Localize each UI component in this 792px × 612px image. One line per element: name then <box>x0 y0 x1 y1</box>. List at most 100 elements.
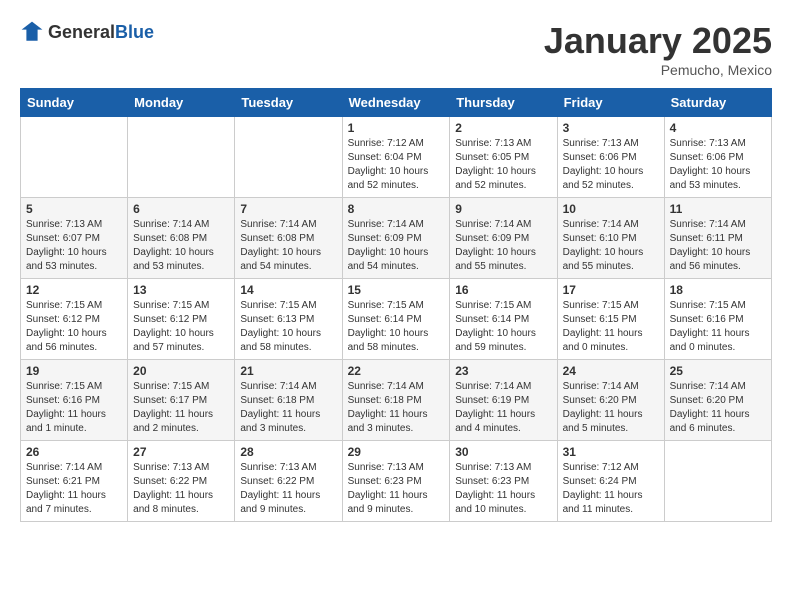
day-number: 28 <box>240 445 336 459</box>
calendar-day-cell <box>235 117 342 198</box>
day-info: Sunrise: 7:15 AM Sunset: 6:15 PM Dayligh… <box>563 299 659 355</box>
day-info: Sunrise: 7:14 AM Sunset: 6:08 PM Dayligh… <box>133 218 229 274</box>
calendar-day-cell <box>128 117 235 198</box>
calendar-day-cell: 22 Sunrise: 7:14 AM Sunset: 6:18 PM Dayli… <box>342 360 450 441</box>
day-number: 27 <box>133 445 229 459</box>
day-number: 5 <box>26 202 122 216</box>
day-number: 26 <box>26 445 122 459</box>
day-number: 2 <box>455 121 551 135</box>
day-info: Sunrise: 7:14 AM Sunset: 6:18 PM Dayligh… <box>348 380 445 436</box>
day-of-week-header: Sunday <box>21 89 128 117</box>
calendar-day-cell: 6 Sunrise: 7:14 AM Sunset: 6:08 PM Daylig… <box>128 198 235 279</box>
calendar-day-cell: 21 Sunrise: 7:14 AM Sunset: 6:18 PM Dayli… <box>235 360 342 441</box>
calendar-day-cell: 7 Sunrise: 7:14 AM Sunset: 6:08 PM Daylig… <box>235 198 342 279</box>
calendar-day-cell: 23 Sunrise: 7:14 AM Sunset: 6:19 PM Dayli… <box>450 360 557 441</box>
calendar-title: January 2025 <box>544 20 772 62</box>
day-number: 29 <box>348 445 445 459</box>
day-number: 11 <box>670 202 766 216</box>
day-info: Sunrise: 7:13 AM Sunset: 6:22 PM Dayligh… <box>133 461 229 517</box>
page-header: GeneralBlue January 2025 Pemucho, Mexico <box>20 20 772 78</box>
day-info: Sunrise: 7:14 AM Sunset: 6:18 PM Dayligh… <box>240 380 336 436</box>
calendar-week-row: 5Sunrise: 7:13 AM Sunset: 6:07 PM Daylig… <box>21 198 772 279</box>
day-of-week-header: Wednesday <box>342 89 450 117</box>
logo-general: General <box>48 22 115 42</box>
calendar-subtitle: Pemucho, Mexico <box>544 62 772 78</box>
calendar-day-cell <box>21 117 128 198</box>
calendar-day-cell: 26Sunrise: 7:14 AM Sunset: 6:21 PM Dayli… <box>21 441 128 522</box>
day-info: Sunrise: 7:13 AM Sunset: 6:05 PM Dayligh… <box>455 137 551 193</box>
calendar-day-cell: 24Sunrise: 7:14 AM Sunset: 6:20 PM Dayli… <box>557 360 664 441</box>
calendar-day-cell: 29Sunrise: 7:13 AM Sunset: 6:23 PM Dayli… <box>342 441 450 522</box>
day-number: 22 <box>348 364 445 378</box>
calendar-day-cell: 20 Sunrise: 7:15 AM Sunset: 6:17 PM Dayli… <box>128 360 235 441</box>
day-number: 16 <box>455 283 551 297</box>
calendar-table: SundayMondayTuesdayWednesdayThursdayFrid… <box>20 88 772 522</box>
calendar-day-cell: 14 Sunrise: 7:15 AM Sunset: 6:13 PM Dayli… <box>235 279 342 360</box>
day-info: Sunrise: 7:15 AM Sunset: 6:13 PM Dayligh… <box>240 299 336 355</box>
calendar-day-cell: 3 Sunrise: 7:13 AM Sunset: 6:06 PM Daylig… <box>557 117 664 198</box>
calendar-day-cell: 15 Sunrise: 7:15 AM Sunset: 6:14 PM Dayli… <box>342 279 450 360</box>
day-number: 19 <box>26 364 122 378</box>
calendar-day-cell: 19 Sunrise: 7:15 AM Sunset: 6:16 PM Dayli… <box>21 360 128 441</box>
logo-text: GeneralBlue <box>48 22 154 43</box>
day-number: 24 <box>563 364 659 378</box>
day-info: Sunrise: 7:14 AM Sunset: 6:08 PM Dayligh… <box>240 218 336 274</box>
day-number: 10 <box>563 202 659 216</box>
day-number: 3 <box>563 121 659 135</box>
day-info: Sunrise: 7:14 AM Sunset: 6:19 PM Dayligh… <box>455 380 551 436</box>
day-number: 6 <box>133 202 229 216</box>
calendar-day-cell: 2 Sunrise: 7:13 AM Sunset: 6:05 PM Daylig… <box>450 117 557 198</box>
calendar-day-cell <box>664 441 771 522</box>
day-number: 15 <box>348 283 445 297</box>
calendar-day-cell: 1Sunrise: 7:12 AM Sunset: 6:04 PM Daylig… <box>342 117 450 198</box>
day-info: Sunrise: 7:13 AM Sunset: 6:06 PM Dayligh… <box>563 137 659 193</box>
day-number: 18 <box>670 283 766 297</box>
logo-icon <box>20 20 44 44</box>
day-number: 31 <box>563 445 659 459</box>
day-number: 7 <box>240 202 336 216</box>
day-number: 8 <box>348 202 445 216</box>
calendar-day-cell: 11 Sunrise: 7:14 AM Sunset: 6:11 PM Dayli… <box>664 198 771 279</box>
day-info: Sunrise: 7:14 AM Sunset: 6:10 PM Dayligh… <box>563 218 659 274</box>
day-number: 14 <box>240 283 336 297</box>
day-info: Sunrise: 7:13 AM Sunset: 6:06 PM Dayligh… <box>670 137 766 193</box>
calendar-day-cell: 17 Sunrise: 7:15 AM Sunset: 6:15 PM Dayli… <box>557 279 664 360</box>
calendar-day-cell: 12 Sunrise: 7:15 AM Sunset: 6:12 PM Dayli… <box>21 279 128 360</box>
day-of-week-header: Saturday <box>664 89 771 117</box>
day-info: Sunrise: 7:13 AM Sunset: 6:23 PM Dayligh… <box>455 461 551 517</box>
calendar-day-cell: 25Sunrise: 7:14 AM Sunset: 6:20 PM Dayli… <box>664 360 771 441</box>
day-info: Sunrise: 7:12 AM Sunset: 6:04 PM Dayligh… <box>348 137 445 193</box>
day-number: 30 <box>455 445 551 459</box>
day-info: Sunrise: 7:13 AM Sunset: 6:22 PM Dayligh… <box>240 461 336 517</box>
calendar-week-row: 12 Sunrise: 7:15 AM Sunset: 6:12 PM Dayli… <box>21 279 772 360</box>
day-number: 20 <box>133 364 229 378</box>
calendar-week-row: 1Sunrise: 7:12 AM Sunset: 6:04 PM Daylig… <box>21 117 772 198</box>
day-number: 23 <box>455 364 551 378</box>
day-info: Sunrise: 7:15 AM Sunset: 6:16 PM Dayligh… <box>26 380 122 436</box>
day-info: Sunrise: 7:14 AM Sunset: 6:09 PM Dayligh… <box>348 218 445 274</box>
day-number: 21 <box>240 364 336 378</box>
day-of-week-header: Friday <box>557 89 664 117</box>
calendar-day-cell: 16 Sunrise: 7:15 AM Sunset: 6:14 PM Dayli… <box>450 279 557 360</box>
day-info: Sunrise: 7:14 AM Sunset: 6:11 PM Dayligh… <box>670 218 766 274</box>
calendar-day-cell: 30 Sunrise: 7:13 AM Sunset: 6:23 PM Dayli… <box>450 441 557 522</box>
day-info: Sunrise: 7:14 AM Sunset: 6:20 PM Dayligh… <box>670 380 766 436</box>
calendar-day-cell: 27 Sunrise: 7:13 AM Sunset: 6:22 PM Dayli… <box>128 441 235 522</box>
day-info: Sunrise: 7:15 AM Sunset: 6:14 PM Dayligh… <box>348 299 445 355</box>
day-of-week-header: Tuesday <box>235 89 342 117</box>
day-info: Sunrise: 7:15 AM Sunset: 6:14 PM Dayligh… <box>455 299 551 355</box>
day-info: Sunrise: 7:15 AM Sunset: 6:12 PM Dayligh… <box>26 299 122 355</box>
calendar-day-cell: 8 Sunrise: 7:14 AM Sunset: 6:09 PM Daylig… <box>342 198 450 279</box>
day-info: Sunrise: 7:12 AM Sunset: 6:24 PM Dayligh… <box>563 461 659 517</box>
day-number: 13 <box>133 283 229 297</box>
day-info: Sunrise: 7:14 AM Sunset: 6:09 PM Dayligh… <box>455 218 551 274</box>
day-number: 12 <box>26 283 122 297</box>
calendar-day-cell: 28 Sunrise: 7:13 AM Sunset: 6:22 PM Dayli… <box>235 441 342 522</box>
day-number: 17 <box>563 283 659 297</box>
calendar-day-cell: 18Sunrise: 7:15 AM Sunset: 6:16 PM Dayli… <box>664 279 771 360</box>
day-info: Sunrise: 7:15 AM Sunset: 6:17 PM Dayligh… <box>133 380 229 436</box>
calendar-week-row: 26Sunrise: 7:14 AM Sunset: 6:21 PM Dayli… <box>21 441 772 522</box>
calendar-day-cell: 4Sunrise: 7:13 AM Sunset: 6:06 PM Daylig… <box>664 117 771 198</box>
day-of-week-header: Thursday <box>450 89 557 117</box>
logo-blue: Blue <box>115 22 154 42</box>
